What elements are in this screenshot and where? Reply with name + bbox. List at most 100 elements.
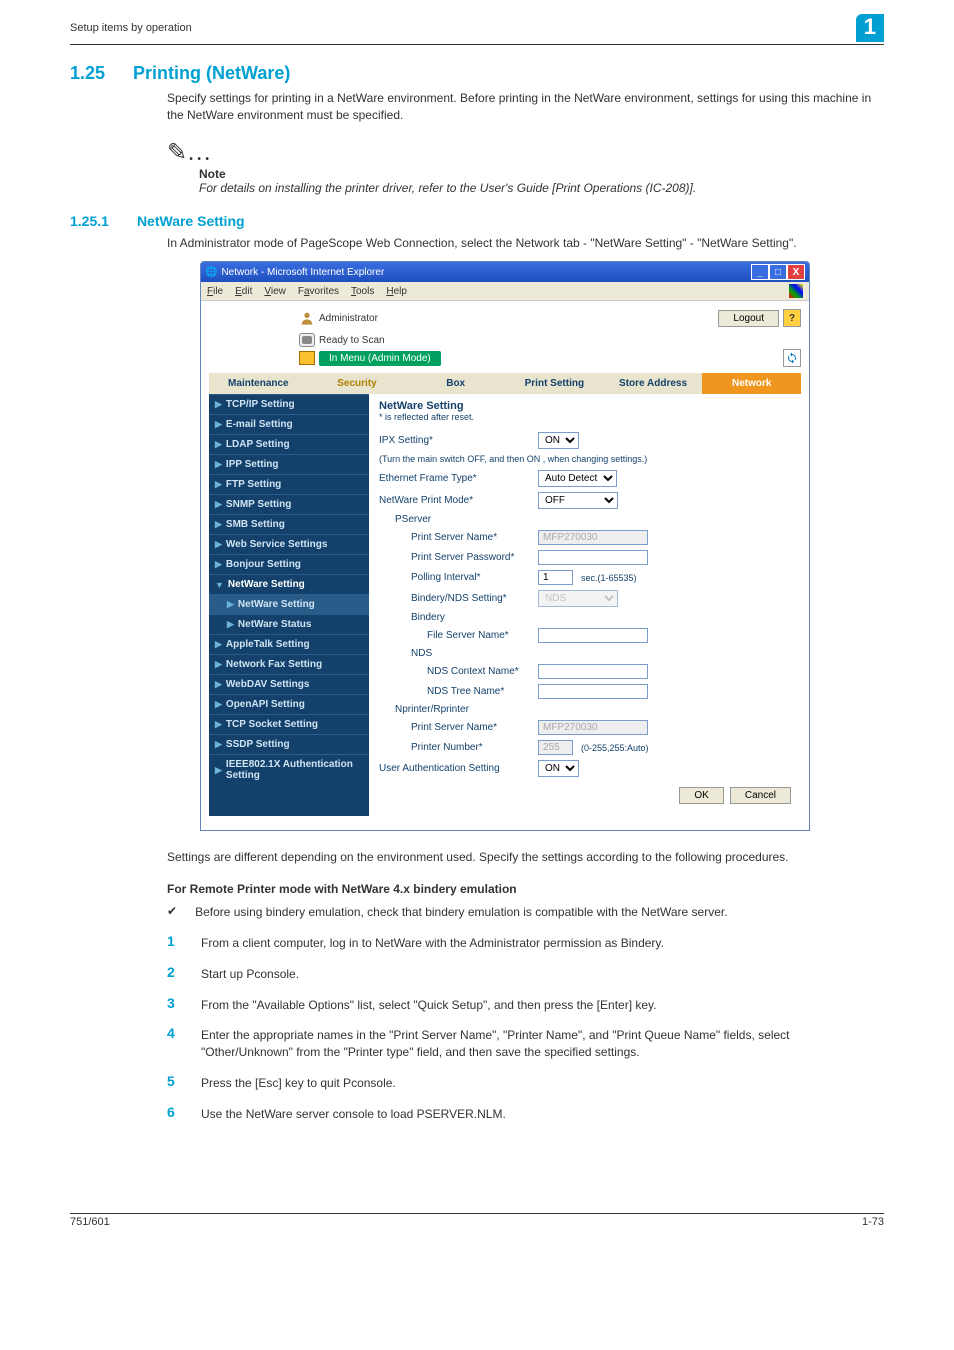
- tab-store-address[interactable]: Store Address: [604, 373, 703, 394]
- input-fsname[interactable]: [538, 628, 648, 643]
- sidebar-item-netware-setting[interactable]: ▶NetWare Setting: [209, 594, 369, 614]
- footer-left: 751/601: [70, 1216, 110, 1228]
- label-bnds: Bindery/NDS Setting*: [379, 593, 534, 604]
- label-nds-group: NDS: [379, 648, 534, 659]
- minimize-button[interactable]: _: [751, 264, 769, 280]
- refresh-button[interactable]: [783, 349, 801, 367]
- input-psname: [538, 530, 648, 545]
- label-poll: Polling Interval*: [379, 572, 534, 583]
- step-text-1: From a client computer, log in to NetWar…: [201, 933, 884, 952]
- ok-button[interactable]: OK: [679, 787, 723, 804]
- sidebar-item-netware-status[interactable]: ▶NetWare Status: [209, 614, 369, 634]
- sidebar-item-ftp[interactable]: ▶FTP Setting: [209, 474, 369, 494]
- step-num-1: 1: [167, 933, 179, 952]
- close-button[interactable]: X: [787, 264, 805, 280]
- select-mode[interactable]: OFF: [538, 492, 618, 509]
- section-title: Printing (NetWare): [133, 63, 290, 84]
- label-bindery-group: Bindery: [379, 612, 534, 623]
- label-fsname: File Server Name*: [379, 630, 534, 641]
- label-uauth: User Authentication Setting: [379, 763, 534, 774]
- caption-poll: sec.(1-65535): [581, 573, 637, 583]
- subsection-title: NetWare Setting: [137, 213, 245, 229]
- procedure-subhead: For Remote Printer mode with NetWare 4.x…: [167, 882, 884, 896]
- maximize-button[interactable]: □: [769, 264, 787, 280]
- label-ndstree: NDS Tree Name*: [379, 686, 534, 697]
- input-ndstree[interactable]: [538, 684, 648, 699]
- tab-security[interactable]: Security: [308, 373, 407, 394]
- step-num-2: 2: [167, 964, 179, 983]
- input-poll[interactable]: [538, 570, 573, 585]
- pane-title: NetWare Setting: [379, 400, 791, 412]
- printer-status-icon: [299, 333, 315, 347]
- logout-button[interactable]: Logout: [718, 310, 779, 327]
- tab-box[interactable]: Box: [406, 373, 505, 394]
- menu-bar: File Edit View Favorites Tools Help: [201, 282, 809, 301]
- input-ndsctx[interactable]: [538, 664, 648, 679]
- sidebar-item-snmp[interactable]: ▶SNMP Setting: [209, 494, 369, 514]
- sidebar-item-webdav[interactable]: ▶WebDAV Settings: [209, 674, 369, 694]
- step-num-5: 5: [167, 1073, 179, 1092]
- sidebar-item-tcpip[interactable]: ▶TCP/IP Setting: [209, 394, 369, 414]
- step-num-3: 3: [167, 995, 179, 1014]
- step-text-4: Enter the appropriate names in the "Prin…: [201, 1025, 884, 1061]
- sidebar-item-email[interactable]: ▶E-mail Setting: [209, 414, 369, 434]
- admin-icon: [299, 310, 315, 326]
- sidebar-item-tcpsocket[interactable]: ▶TCP Socket Setting: [209, 714, 369, 734]
- breadcrumb: Setup items by operation: [70, 22, 856, 34]
- input-prnnum: [538, 740, 573, 755]
- tab-print-setting[interactable]: Print Setting: [505, 373, 604, 394]
- select-eftype[interactable]: Auto Detect: [538, 470, 617, 487]
- menu-view[interactable]: View: [264, 286, 286, 297]
- select-uauth[interactable]: ON: [538, 760, 579, 777]
- mode-status: In Menu (Admin Mode): [319, 351, 441, 366]
- ie-throbber-icon: [789, 284, 803, 298]
- sidebar-item-bonjour[interactable]: ▶Bonjour Setting: [209, 554, 369, 574]
- after-text: Settings are different depending on the …: [167, 849, 884, 866]
- note-label: Note: [199, 167, 884, 181]
- chapter-badge: 1: [856, 14, 884, 42]
- menu-help[interactable]: Help: [386, 286, 407, 297]
- step-num-6: 6: [167, 1104, 179, 1123]
- note-icon: ✎…: [167, 138, 884, 167]
- section-number: 1.25: [70, 63, 105, 84]
- sidebar-item-openapi[interactable]: ▶OpenAPI Setting: [209, 694, 369, 714]
- label-nrp-group: Nprinter/Rprinter: [379, 704, 534, 715]
- sidebar-item-ldap[interactable]: ▶LDAP Setting: [209, 434, 369, 454]
- menu-file[interactable]: File: [207, 286, 223, 297]
- menu-tools[interactable]: Tools: [351, 286, 374, 297]
- menu-edit[interactable]: Edit: [235, 286, 252, 297]
- label-ipx: IPX Setting*: [379, 435, 534, 446]
- tab-maintenance[interactable]: Maintenance: [209, 373, 308, 394]
- label-ndsctx: NDS Context Name*: [379, 666, 534, 677]
- sidebar-item-smb[interactable]: ▶SMB Setting: [209, 514, 369, 534]
- sidebar-item-web-service[interactable]: ▶Web Service Settings: [209, 534, 369, 554]
- label-mode: NetWare Print Mode*: [379, 495, 534, 506]
- sidebar-item-netware[interactable]: ▼NetWare Setting: [209, 574, 369, 594]
- select-bnds: NDS: [538, 590, 618, 607]
- select-ipx[interactable]: ON: [538, 432, 579, 449]
- step-text-3: From the "Available Options" list, selec…: [201, 995, 884, 1014]
- sidebar-item-appletalk[interactable]: ▶AppleTalk Setting: [209, 634, 369, 654]
- pane-reflect-note: * is reflected after reset.: [379, 412, 791, 422]
- sidebar-item-ieee[interactable]: ▶IEEE802.1X Authentication Setting: [209, 754, 369, 785]
- label-psname: Print Server Name*: [379, 532, 534, 543]
- hint-toggle: (Turn the main switch OFF, and then ON ,…: [379, 454, 791, 464]
- note-text: For details on installing the printer dr…: [199, 181, 884, 195]
- help-button[interactable]: ?: [783, 309, 801, 327]
- cancel-button[interactable]: Cancel: [730, 787, 791, 804]
- section-intro: Specify settings for printing in a NetWa…: [167, 90, 884, 124]
- subsection-number: 1.25.1: [70, 213, 109, 229]
- input-pspwd[interactable]: [538, 550, 648, 565]
- tab-network[interactable]: Network: [702, 373, 801, 394]
- screenshot-window: 🌐 Network - Microsoft Internet Explorer …: [200, 261, 810, 831]
- subsection-intro: In Administrator mode of PageScope Web C…: [167, 235, 884, 252]
- ready-status: Ready to Scan: [319, 335, 385, 346]
- label-pspwd: Print Server Password*: [379, 552, 534, 563]
- caption-prnnum: (0-255,255:Auto): [581, 743, 649, 753]
- sidebar-item-ssdp[interactable]: ▶SSDP Setting: [209, 734, 369, 754]
- step-num-4: 4: [167, 1025, 179, 1061]
- sidebar-item-ipp[interactable]: ▶IPP Setting: [209, 454, 369, 474]
- sidebar-item-netfax[interactable]: ▶Network Fax Setting: [209, 654, 369, 674]
- menu-favorites[interactable]: Favorites: [298, 286, 339, 297]
- step-text-6: Use the NetWare server console to load P…: [201, 1104, 884, 1123]
